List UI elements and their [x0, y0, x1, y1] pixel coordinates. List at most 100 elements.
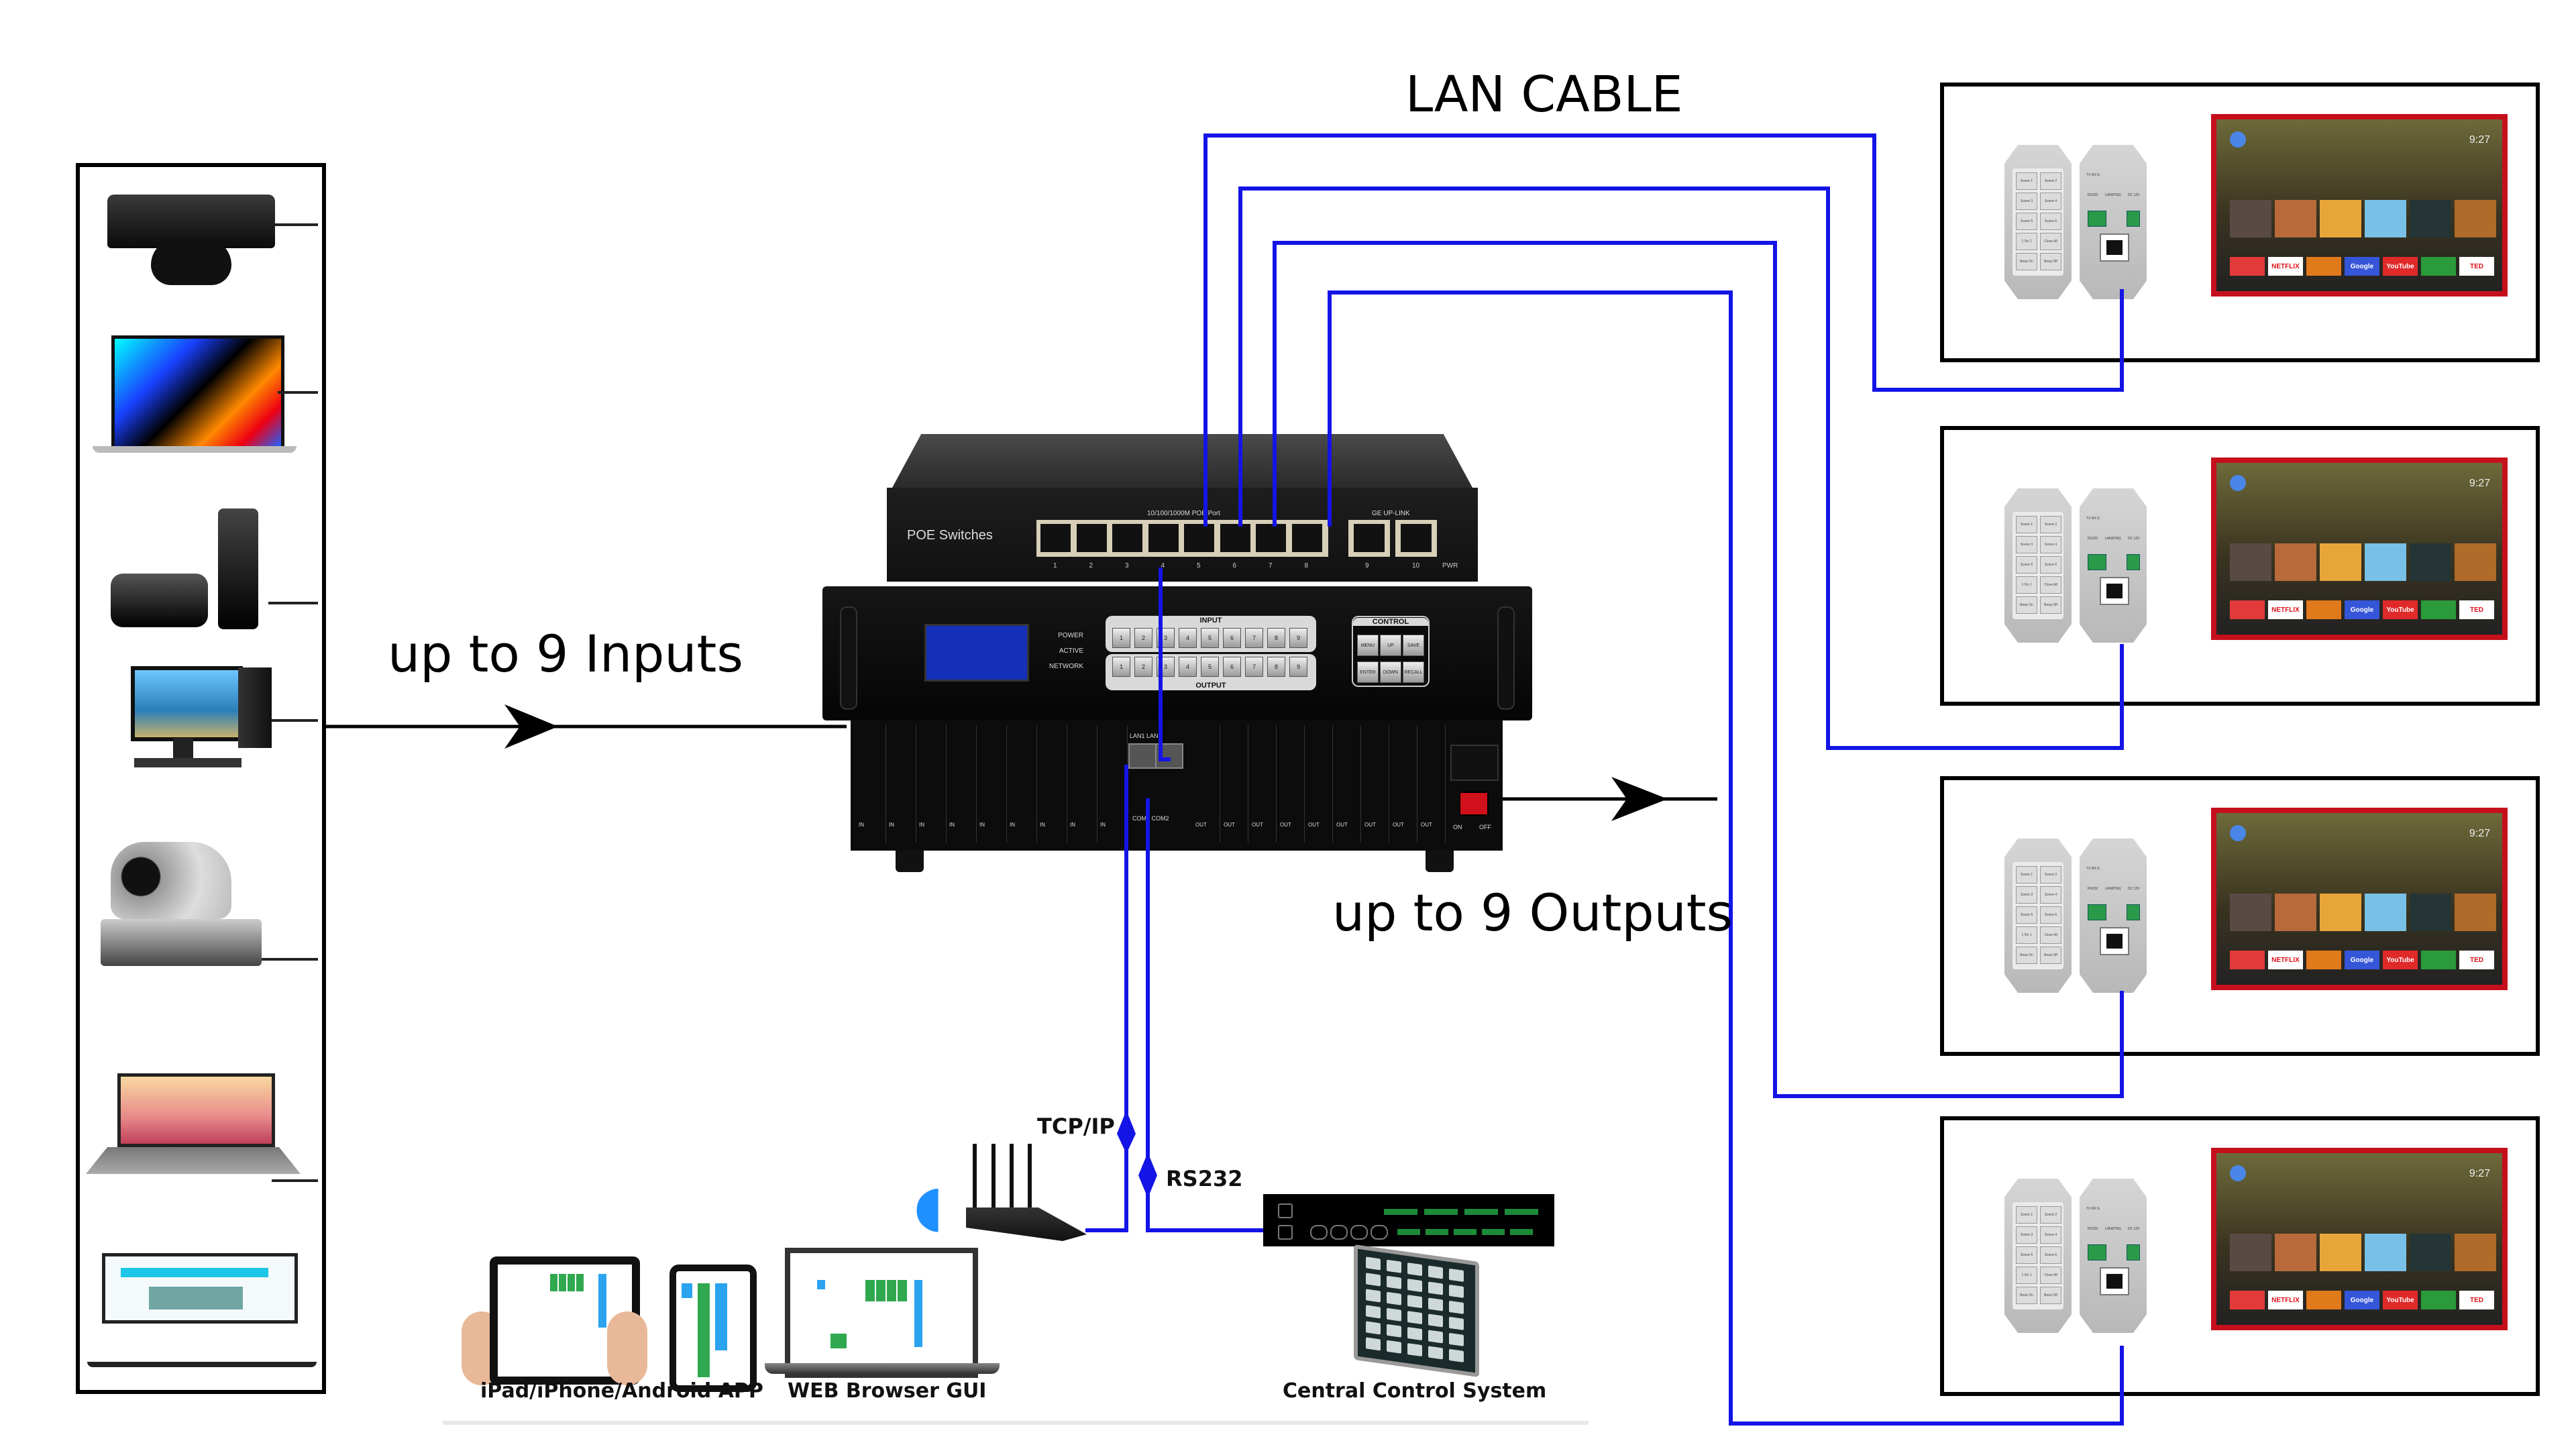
input-key-9[interactable]: 9 [1289, 628, 1307, 648]
wall-key[interactable]: Scene 3 [2016, 886, 2037, 904]
wall-key[interactable]: Close All [2040, 1267, 2061, 1284]
app-tile[interactable]: NETFLIX [2268, 1291, 2303, 1309]
app-tile[interactable]: Google [2345, 257, 2379, 276]
wall-key[interactable]: Scene 6 [2040, 1246, 2061, 1264]
wall-key[interactable]: Scene 3 [2016, 193, 2037, 210]
output-key-6[interactable]: 6 [1223, 657, 1241, 677]
app-tile[interactable]: YouTube [2383, 600, 2418, 619]
input-key-6[interactable]: 6 [1223, 628, 1241, 648]
control-key-down[interactable]: DOWN [1380, 661, 1401, 683]
wall-key[interactable]: Beep Off [2040, 253, 2061, 270]
input-key-3[interactable]: 3 [1157, 628, 1175, 648]
app-tile[interactable]: TED [2459, 257, 2494, 276]
wall-key[interactable]: Beep Off [2040, 1287, 2061, 1304]
output-key-1[interactable]: 1 [1112, 657, 1130, 677]
control-key-enter[interactable]: ENTER [1357, 661, 1379, 683]
input-key-1[interactable]: 1 [1112, 628, 1130, 648]
output-card-label: OUT [1195, 822, 1207, 828]
input-key-2[interactable]: 2 [1134, 628, 1152, 648]
control-key-recall[interactable]: RECALL [1403, 661, 1424, 683]
wall-key[interactable]: Scene 1 [2016, 1206, 2037, 1224]
output-key-7[interactable]: 7 [1245, 657, 1263, 677]
output-key-2[interactable]: 2 [1134, 657, 1152, 677]
control-key-up[interactable]: UP [1380, 635, 1401, 656]
app-tile[interactable] [2230, 257, 2265, 276]
wall-key[interactable]: 1 On 1 [2016, 576, 2037, 594]
app-tile[interactable] [2421, 1291, 2456, 1309]
output-key-5[interactable]: 5 [1201, 657, 1219, 677]
wall-key[interactable]: Scene 1 [2016, 172, 2037, 190]
app-tile[interactable]: Google [2345, 600, 2379, 619]
wall-key[interactable]: Scene 2 [2040, 172, 2061, 190]
wall-key[interactable]: Beep On [2016, 596, 2037, 614]
gui-tile [865, 1280, 875, 1301]
output-key-8[interactable]: 8 [1267, 657, 1285, 677]
wall-key[interactable]: Scene 3 [2016, 536, 2037, 553]
input-key-5[interactable]: 5 [1201, 628, 1219, 648]
wall-key[interactable]: Beep Off [2040, 596, 2061, 614]
wall-key[interactable]: Scene 4 [2040, 886, 2061, 904]
ccs-terminal [1454, 1229, 1477, 1235]
app-tile[interactable] [2421, 951, 2456, 969]
wall-key[interactable]: Close All [2040, 576, 2061, 594]
app-tile[interactable]: Google [2345, 1291, 2379, 1309]
wall-key[interactable]: Scene 4 [2040, 536, 2061, 553]
app-tile[interactable] [2421, 257, 2456, 276]
wall-key[interactable]: Scene 5 [2016, 213, 2037, 230]
app-tile[interactable] [2306, 600, 2341, 619]
keypad-key [1407, 1263, 1422, 1277]
app-tile[interactable]: Google [2345, 951, 2379, 969]
app-tile[interactable] [2306, 257, 2341, 276]
app-tile[interactable]: YouTube [2383, 257, 2418, 276]
wall-key[interactable]: Scene 5 [2016, 556, 2037, 574]
wall-key[interactable]: Beep On [2016, 1287, 2037, 1304]
wall-key[interactable]: Scene 1 [2016, 516, 2037, 533]
wall-key[interactable]: Scene 2 [2040, 1206, 2061, 1224]
matrix-switcher-rear: IN IN IN IN IN IN IN IN IN OUT OUT OUT OUT OUT OUT OUT O… [851, 720, 1503, 851]
output-key-3[interactable]: 3 [1157, 657, 1175, 677]
wall-key[interactable]: Scene 6 [2040, 213, 2061, 230]
wall-key[interactable]: 1 On 1 [2016, 926, 2037, 944]
app-tile[interactable]: YouTube [2383, 951, 2418, 969]
app-tile[interactable]: TED [2459, 951, 2494, 969]
output-key-9[interactable]: 9 [1289, 657, 1307, 677]
wall-key[interactable]: Scene 5 [2016, 1246, 2037, 1264]
wall-key[interactable]: Scene 4 [2040, 1226, 2061, 1244]
app-tile[interactable]: NETFLIX [2268, 951, 2303, 969]
wall-key[interactable]: Beep On [2016, 947, 2037, 964]
input-key-8[interactable]: 8 [1267, 628, 1285, 648]
app-tile[interactable] [2306, 951, 2341, 969]
wall-key[interactable]: Beep On [2016, 253, 2037, 270]
app-tile[interactable]: YouTube [2383, 1291, 2418, 1309]
wall-key[interactable]: 1 On 1 [2016, 233, 2037, 250]
wall-key[interactable]: Close All [2040, 926, 2061, 944]
keypad-key [1449, 1332, 1464, 1346]
wall-key[interactable]: Scene 2 [2040, 866, 2061, 883]
wall-key[interactable]: Scene 3 [2016, 1226, 2037, 1244]
control-key-save[interactable]: SAVE [1403, 635, 1424, 656]
app-tile[interactable]: TED [2459, 1291, 2494, 1309]
app-tile[interactable] [2230, 951, 2265, 969]
wall-key[interactable]: Scene 6 [2040, 556, 2061, 574]
app-tile[interactable]: NETFLIX [2268, 600, 2303, 619]
wall-key[interactable]: Scene 4 [2040, 193, 2061, 210]
control-key-menu[interactable]: MENU [1357, 635, 1379, 656]
wall-key[interactable]: Scene 6 [2040, 906, 2061, 924]
wall-key[interactable]: Beep Off [2040, 947, 2061, 964]
power-switch[interactable] [1459, 792, 1489, 816]
input-key-7[interactable]: 7 [1245, 628, 1263, 648]
app-tile[interactable] [2230, 600, 2265, 619]
app-tile[interactable]: NETFLIX [2268, 257, 2303, 276]
wall-key[interactable]: Close All [2040, 233, 2061, 250]
app-tile[interactable] [2306, 1291, 2341, 1309]
wall-key[interactable]: Scene 2 [2040, 516, 2061, 533]
app-tile[interactable] [2421, 600, 2456, 619]
input-key-4[interactable]: 4 [1179, 628, 1197, 648]
keypad-key [1449, 1316, 1464, 1330]
output-key-4[interactable]: 4 [1179, 657, 1197, 677]
wall-key[interactable]: Scene 5 [2016, 906, 2037, 924]
wall-key[interactable]: 1 On 1 [2016, 1267, 2037, 1284]
app-tile[interactable] [2230, 1291, 2265, 1309]
app-tile[interactable]: TED [2459, 600, 2494, 619]
wall-key[interactable]: Scene 1 [2016, 866, 2037, 883]
